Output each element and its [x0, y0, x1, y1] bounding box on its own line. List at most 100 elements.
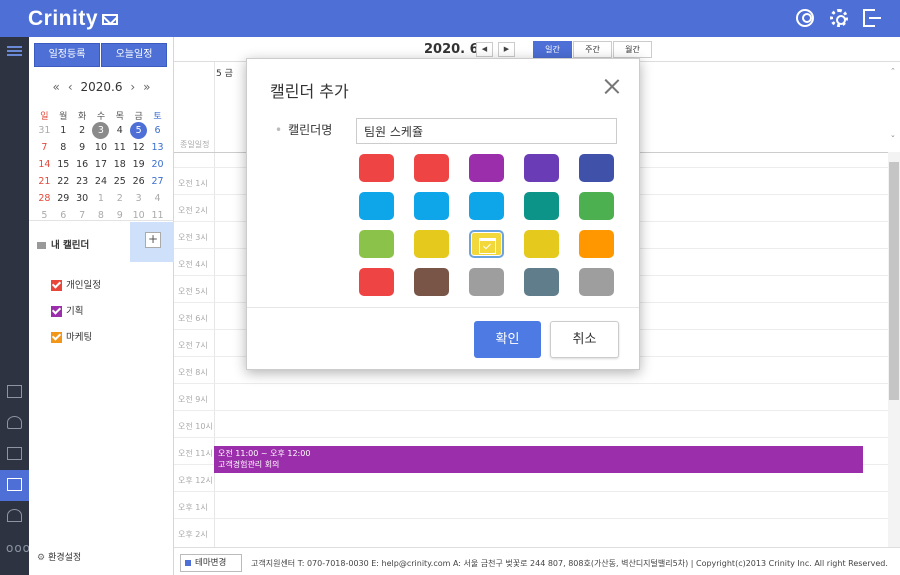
- color-swatch[interactable]: [579, 154, 614, 182]
- color-swatch[interactable]: [524, 192, 559, 220]
- today-schedule-button[interactable]: 오늘일정: [101, 43, 167, 67]
- mail-nav-icon[interactable]: [0, 377, 29, 408]
- color-swatch[interactable]: [359, 192, 394, 220]
- add-schedule-button[interactable]: 일정등록: [34, 43, 100, 67]
- mini-day[interactable]: 17: [92, 156, 111, 173]
- mini-day[interactable]: 1: [92, 190, 111, 207]
- mini-day[interactable]: 10: [92, 139, 111, 156]
- color-swatch[interactable]: [414, 230, 449, 258]
- mini-day[interactable]: 8: [92, 207, 111, 224]
- scroll-up-icon[interactable]: ⌃: [890, 67, 896, 75]
- more-icon[interactable]: ooo: [6, 541, 31, 555]
- hour-row[interactable]: 오후 2시: [174, 518, 888, 545]
- mini-day[interactable]: 7: [73, 207, 92, 224]
- mini-day[interactable]: 13: [148, 139, 167, 156]
- mini-day[interactable]: 3: [129, 190, 148, 207]
- color-swatch[interactable]: [524, 268, 559, 296]
- mini-day[interactable]: 9: [110, 207, 129, 224]
- settings-link[interactable]: 환경설정: [37, 550, 81, 563]
- prev-month-button[interactable]: ‹: [68, 80, 73, 94]
- color-swatch[interactable]: [414, 192, 449, 220]
- confirm-button[interactable]: 확인: [474, 321, 541, 358]
- next-year-button[interactable]: »: [143, 80, 150, 94]
- color-swatch[interactable]: [579, 230, 614, 258]
- mini-day[interactable]: 28: [35, 190, 54, 207]
- folder-nav-icon[interactable]: [0, 439, 29, 470]
- mini-day[interactable]: 20: [148, 156, 167, 173]
- color-swatch[interactable]: [524, 154, 559, 182]
- color-swatch[interactable]: [359, 230, 394, 258]
- mini-day[interactable]: 23: [73, 173, 92, 190]
- menu-icon[interactable]: [7, 46, 22, 48]
- color-swatch[interactable]: [469, 154, 504, 182]
- theme-change-button[interactable]: 테마변경: [180, 554, 242, 572]
- app-logo[interactable]: Crinity: [28, 7, 119, 31]
- mini-day[interactable]: 7: [35, 139, 54, 156]
- mini-day-selected[interactable]: 5: [129, 122, 148, 139]
- mini-day[interactable]: 18: [110, 156, 129, 173]
- color-swatch[interactable]: [579, 268, 614, 296]
- mini-day[interactable]: 31: [35, 122, 54, 139]
- bell-nav-icon[interactable]: [0, 501, 29, 532]
- user-profile-icon[interactable]: [796, 9, 814, 27]
- color-swatch[interactable]: [579, 192, 614, 220]
- mini-day[interactable]: 26: [129, 173, 148, 190]
- mini-day[interactable]: 4: [148, 190, 167, 207]
- mini-day[interactable]: 29: [54, 190, 73, 207]
- mini-day[interactable]: 6: [148, 122, 167, 139]
- hour-row[interactable]: 오후 1시: [174, 491, 888, 518]
- hour-row[interactable]: 오전 9시: [174, 383, 888, 410]
- mini-day[interactable]: 14: [35, 156, 54, 173]
- calendar-item-personal[interactable]: 개인일정: [51, 277, 101, 291]
- contacts-nav-icon[interactable]: [0, 408, 29, 439]
- next-button[interactable]: ▶: [498, 42, 515, 57]
- scrollbar-thumb[interactable]: [889, 162, 899, 400]
- scroll-down-icon[interactable]: ⌄: [890, 131, 896, 139]
- color-swatch[interactable]: [359, 154, 394, 182]
- checkbox-icon[interactable]: [51, 306, 62, 317]
- hour-row[interactable]: 오전 10시: [174, 410, 888, 437]
- mini-day[interactable]: 16: [73, 156, 92, 173]
- calendar-item-marketing[interactable]: 마케팅: [51, 329, 92, 343]
- checkbox-icon[interactable]: [51, 332, 62, 343]
- mini-day[interactable]: 11: [110, 139, 129, 156]
- mini-day[interactable]: 30: [73, 190, 92, 207]
- vertical-scrollbar[interactable]: [888, 152, 900, 547]
- mini-day[interactable]: 19: [129, 156, 148, 173]
- mini-day[interactable]: 12: [129, 139, 148, 156]
- tab-month[interactable]: 월간: [613, 41, 652, 58]
- mini-day[interactable]: 8: [54, 139, 73, 156]
- tab-day[interactable]: 일간: [533, 41, 572, 58]
- mini-day[interactable]: 4: [110, 122, 129, 139]
- tab-week[interactable]: 주간: [573, 41, 612, 58]
- mini-day[interactable]: 9: [73, 139, 92, 156]
- mini-day[interactable]: 6: [54, 207, 73, 224]
- color-swatch[interactable]: [524, 230, 559, 258]
- calendar-nav-icon[interactable]: [0, 470, 29, 501]
- calendar-item-planning[interactable]: 기획: [51, 303, 83, 317]
- mini-day[interactable]: 2: [110, 190, 129, 207]
- color-swatch[interactable]: [469, 192, 504, 220]
- mini-day[interactable]: 24: [92, 173, 111, 190]
- calendar-event[interactable]: 오전 11:00 ~ 오후 12:00 고객경험관리 회의: [214, 446, 863, 473]
- close-icon[interactable]: [603, 78, 621, 96]
- mini-day[interactable]: 2: [73, 122, 92, 139]
- mini-day[interactable]: 15: [54, 156, 73, 173]
- mini-day[interactable]: 25: [110, 173, 129, 190]
- add-calendar-button[interactable]: +: [145, 232, 161, 248]
- mini-day-today[interactable]: 3: [92, 122, 111, 139]
- checkbox-icon[interactable]: [51, 280, 62, 291]
- color-swatch[interactable]: [414, 154, 449, 182]
- mini-day[interactable]: 5: [35, 207, 54, 224]
- color-swatch[interactable]: [359, 268, 394, 296]
- mini-day[interactable]: 27: [148, 173, 167, 190]
- next-month-button[interactable]: ›: [130, 80, 135, 94]
- prev-button[interactable]: ◀: [476, 42, 493, 57]
- calendar-name-input[interactable]: [356, 118, 617, 144]
- color-swatch-selected[interactable]: [469, 230, 504, 258]
- prev-year-button[interactable]: «: [53, 80, 60, 94]
- mini-day[interactable]: 1: [54, 122, 73, 139]
- logout-icon[interactable]: [863, 9, 881, 27]
- mini-day[interactable]: 21: [35, 173, 54, 190]
- color-swatch[interactable]: [469, 268, 504, 296]
